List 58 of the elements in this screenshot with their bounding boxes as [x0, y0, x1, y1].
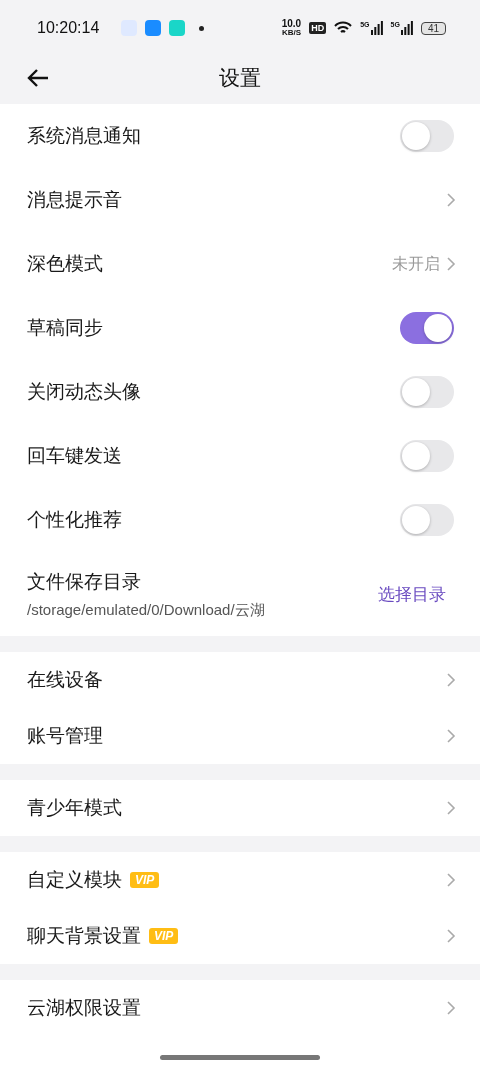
- setting-label: 个性化推荐: [27, 508, 122, 532]
- setting-label: 文件保存目录: [27, 569, 142, 594]
- setting-label: 关闭动态头像: [27, 380, 141, 404]
- vip-badge: VIP: [149, 928, 179, 944]
- choose-folder-link[interactable]: 选择目录: [378, 582, 446, 606]
- setting-label: 账号管理: [27, 724, 103, 748]
- back-arrow-icon: [27, 68, 49, 88]
- chevron-right-icon: [446, 256, 456, 272]
- setting-row[interactable]: 消息提示音: [0, 168, 480, 232]
- setting-label: 草稿同步: [27, 316, 103, 340]
- setting-label: 在线设备: [27, 668, 103, 692]
- setting-label: 回车键发送: [27, 444, 122, 468]
- setting-row[interactable]: 账号管理: [0, 708, 480, 764]
- chevron-right-icon: [446, 928, 456, 944]
- setting-row[interactable]: 青少年模式: [0, 780, 480, 836]
- chevron-right-icon: [446, 800, 456, 816]
- setting-row[interactable]: 聊天背景设置 VIP: [0, 908, 480, 964]
- setting-row[interactable]: 系统消息通知: [0, 104, 480, 168]
- setting-label: 消息提示音: [27, 188, 122, 212]
- notification-dot-icon: [199, 25, 205, 31]
- chevron-right-icon: [446, 872, 456, 888]
- net-speed: 10.0: [281, 19, 302, 29]
- signal-icon: [370, 21, 383, 35]
- setting-label: 自定义模块: [27, 868, 122, 892]
- app-notification-icon: [169, 20, 186, 36]
- battery-level: 41: [420, 21, 446, 35]
- setting-label: 系统消息通知: [27, 124, 141, 148]
- setting-label: 云湖权限设置: [27, 996, 141, 1020]
- setting-row[interactable]: 个性化推荐: [0, 488, 480, 552]
- setting-row[interactable]: 回车键发送: [0, 424, 480, 488]
- page-title: 设置: [219, 65, 261, 91]
- chevron-right-icon: [446, 1000, 456, 1016]
- setting-label: 青少年模式: [27, 796, 122, 820]
- setting-row[interactable]: 自定义模块 VIP: [0, 852, 480, 908]
- toggle-switch[interactable]: [400, 504, 454, 536]
- net-speed-unit: KB/S: [281, 29, 301, 37]
- vip-badge: VIP: [130, 872, 160, 888]
- hd-badge: HD: [309, 22, 327, 34]
- setting-row[interactable]: 深色模式 未开启: [0, 232, 480, 296]
- setting-value: 未开启: [392, 253, 440, 274]
- wifi-icon: [334, 21, 353, 35]
- app-notification-icon: [145, 20, 162, 36]
- setting-row[interactable]: 在线设备: [0, 652, 480, 708]
- setting-label: 深色模式: [27, 252, 103, 276]
- toggle-switch[interactable]: [400, 376, 454, 408]
- setting-row[interactable]: 关闭动态头像: [0, 360, 480, 424]
- chevron-right-icon: [446, 728, 456, 744]
- toggle-switch[interactable]: [400, 120, 454, 152]
- chevron-right-icon: [446, 192, 456, 208]
- setting-row[interactable]: 云湖权限设置: [0, 980, 480, 1036]
- status-time: 10:20:14: [37, 19, 100, 37]
- signal-icon: [400, 21, 413, 35]
- chevron-right-icon: [446, 672, 456, 688]
- toggle-switch[interactable]: [400, 440, 454, 472]
- folder-path: /storage/emulated/0/Download/云湖: [27, 600, 266, 620]
- setting-row[interactable]: 草稿同步: [0, 296, 480, 360]
- setting-label: 聊天背景设置: [27, 924, 141, 948]
- toggle-switch[interactable]: [400, 312, 454, 344]
